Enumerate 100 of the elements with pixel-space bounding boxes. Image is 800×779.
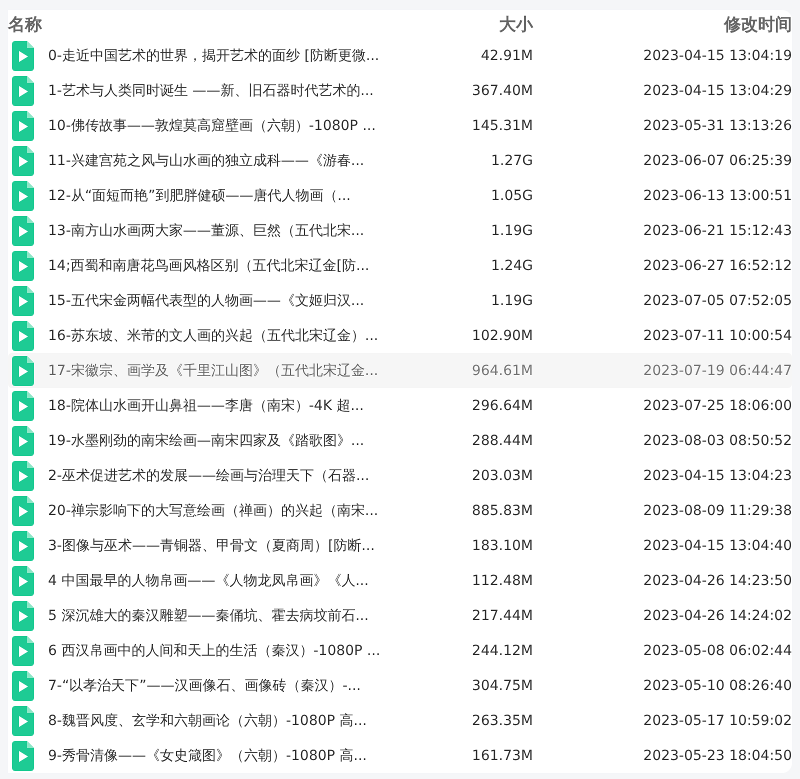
file-row[interactable]: 9-秀骨清像——《女史箴图》（六朝）-1080P 高... 161.73M 2023-05-23 18:04:50	[8, 738, 792, 773]
file-row[interactable]: 15-五代宋金两幅代表型的人物画——《文姬归汉... 1.19G 2023-07-05 07:52:05	[8, 283, 792, 318]
video-file-icon	[12, 426, 34, 456]
video-file-icon	[12, 706, 34, 736]
modified-time: 2023-04-15 13:04:29	[642, 82, 792, 98]
video-file-icon	[12, 110, 34, 140]
column-header[interactable]: 大小	[420, 12, 533, 36]
modified-time: 2023-05-08 06:02:44	[642, 642, 792, 658]
file-size: 1.05G	[490, 188, 533, 204]
file-row[interactable]: 14;西蜀和南唐花鸟画风格区别（五代北宋辽金[防... 1.24G 2023-06-27 16:52:12	[8, 248, 792, 283]
video-file-icon	[12, 390, 34, 420]
file-name[interactable]: 20-禅宗影响下的大写意绘画（禅画）的兴起（南宋...	[48, 502, 420, 520]
file-name[interactable]: 8-魏晋风度、玄学和六朝画论（六朝）-1080P 高...	[48, 712, 420, 730]
modified-time: 2023-05-31 13:13:26	[642, 118, 792, 134]
file-size: 145.31M	[470, 118, 533, 134]
file-row[interactable]: 18-院体山水画开山鼻祖——李唐（南宋）-4K 超... 296.64M 2023-07-25 18:06:00	[8, 388, 792, 423]
file-name[interactable]: 6 西汉帛画中的人间和天上的生活（秦汉）-1080P ...	[48, 642, 420, 660]
video-file-icon	[12, 356, 34, 386]
modified-time: 2023-04-15 13:04:19	[642, 48, 792, 64]
file-row[interactable]: 1-艺术与人类同时诞生 ——新、旧石器时代艺术的... 367.40M 2023-04-15 13:04:29	[8, 73, 792, 108]
file-size: 42.91M	[480, 48, 533, 64]
file-size: 112.48M	[470, 572, 533, 588]
video-file-icon	[12, 496, 34, 526]
video-file-icon	[12, 670, 34, 700]
column-header[interactable]: 修改时间	[533, 12, 792, 36]
file-size: 1.24G	[490, 258, 533, 274]
video-file-icon	[12, 250, 34, 280]
video-file-icon	[12, 600, 34, 630]
file-name[interactable]: 7-“以孝治天下”——汉画像石、画像砖（秦汉）-...	[48, 676, 420, 694]
file-name[interactable]: 10-佛传故事——敦煌莫高窟壁画（六朝）-1080P ...	[48, 116, 420, 134]
file-size: 1.27G	[490, 152, 533, 168]
modified-time: 2023-06-07 06:25:39	[642, 152, 792, 168]
modified-time: 2023-05-17 10:59:02	[642, 712, 792, 728]
file-row[interactable]: 6 西汉帛画中的人间和天上的生活（秦汉）-1080P ... 244.12M 2023-05-08 06:02:44	[8, 633, 792, 668]
video-file-icon	[12, 460, 34, 490]
file-size: 102.90M	[470, 328, 533, 344]
file-size: 296.64M	[470, 398, 533, 414]
file-name[interactable]: 11-兴建宫苑之风与山水画的独立成科——《游春...	[48, 152, 420, 170]
file-size: 183.10M	[470, 538, 533, 554]
file-name[interactable]: 4 中国最早的人物帛画——《人物龙凤帛画》《人...	[48, 572, 420, 590]
modified-time: 2023-07-25 18:06:00	[642, 398, 792, 414]
file-size: 304.75M	[470, 678, 533, 694]
file-row[interactable]: 20-禅宗影响下的大写意绘画（禅画）的兴起（南宋... 885.83M 2023-08-09 11:29:38	[8, 493, 792, 528]
file-size: 161.73M	[470, 748, 533, 764]
file-size: 288.44M	[470, 432, 533, 448]
video-file-icon	[12, 530, 34, 560]
video-file-icon	[12, 320, 34, 350]
file-row[interactable]: 13-南方山水画两大家——董源、巨然（五代北宋... 1.19G 2023-06-21 15:12:43	[8, 213, 792, 248]
file-name[interactable]: 0-走近中国艺术的世界，揭开艺术的面纱 [防断更微...	[48, 46, 420, 64]
file-row[interactable]: 17-宋徽宗、画学及《千里江山图》（五代北宋辽金... 964.61M 2023-07-19 06:44:47	[8, 353, 792, 388]
file-row[interactable]: 3-图像与巫术——青铜器、甲骨文（夏商周）[防断... 183.10M 2023-04-15 13:04:40	[8, 528, 792, 563]
file-name[interactable]: 3-图像与巫术——青铜器、甲骨文（夏商周）[防断...	[48, 536, 420, 554]
file-name[interactable]: 12-从“面短而艳”到肥胖健硕——唐代人物画（...	[48, 186, 420, 204]
column-header[interactable]: 名称	[8, 12, 420, 36]
file-name[interactable]: 19-水墨刚劲的南宋绘画—南宋四家及《踏歌图》...	[48, 432, 420, 450]
video-file-icon	[12, 146, 34, 176]
modified-time: 2023-04-26 14:24:02	[642, 608, 792, 624]
video-file-icon	[12, 740, 34, 770]
file-size: 367.40M	[470, 82, 533, 98]
video-file-icon	[12, 286, 34, 316]
file-size: 1.19G	[490, 222, 533, 238]
file-row[interactable]: 0-走近中国艺术的世界，揭开艺术的面纱 [防断更微... 42.91M 2023-04-15 13:04:19	[8, 38, 792, 73]
file-name[interactable]: 17-宋徽宗、画学及《千里江山图》（五代北宋辽金...	[48, 362, 420, 380]
file-size: 885.83M	[470, 502, 533, 518]
file-name[interactable]: 18-院体山水画开山鼻祖——李唐（南宋）-4K 超...	[48, 396, 420, 414]
file-size: 1.19G	[490, 292, 533, 308]
file-row[interactable]: 16-苏东坡、米芾的文人画的兴起（五代北宋辽金）... 102.90M 2023-07-11 10:00:54	[8, 318, 792, 353]
modified-time: 2023-05-10 08:26:40	[642, 678, 792, 694]
video-file-icon	[12, 40, 34, 70]
video-file-icon	[12, 180, 34, 210]
file-size: 203.03M	[470, 468, 533, 484]
file-name[interactable]: 13-南方山水画两大家——董源、巨然（五代北宋...	[48, 222, 420, 240]
file-name[interactable]: 1-艺术与人类同时诞生 ——新、旧石器时代艺术的...	[48, 82, 420, 100]
file-row[interactable]: 7-“以孝治天下”——汉画像石、画像砖（秦汉）-... 304.75M 2023-05-10 08:26:40	[8, 668, 792, 703]
video-file-icon	[12, 216, 34, 246]
file-name[interactable]: 16-苏东坡、米芾的文人画的兴起（五代北宋辽金）...	[48, 326, 420, 344]
modified-time: 2023-06-21 15:12:43	[642, 222, 792, 238]
file-name[interactable]: 5 深沉雄大的秦汉雕塑——秦俑坑、霍去病坟前石...	[48, 606, 420, 624]
file-size: 263.35M	[470, 712, 533, 728]
file-name[interactable]: 2-巫术促进艺术的发展——绘画与治理天下（石器...	[48, 466, 420, 484]
file-name[interactable]: 9-秀骨清像——《女史箴图》（六朝）-1080P 高...	[48, 746, 420, 764]
modified-time: 2023-07-19 06:44:47	[642, 362, 792, 378]
file-row[interactable]: 5 深沉雄大的秦汉雕塑——秦俑坑、霍去病坟前石... 217.44M 2023-04-26 14:24:02	[8, 598, 792, 633]
file-row[interactable]: 2-巫术促进艺术的发展——绘画与治理天下（石器... 203.03M 2023-04-15 13:04:23	[8, 458, 792, 493]
file-name[interactable]: 15-五代宋金两幅代表型的人物画——《文姬归汉...	[48, 292, 420, 310]
file-row[interactable]: 10-佛传故事——敦煌莫高窟壁画（六朝）-1080P ... 145.31M 2023-05-31 13:13:26	[8, 108, 792, 143]
modified-time: 2023-07-11 10:00:54	[642, 328, 792, 344]
file-row[interactable]: 8-魏晋风度、玄学和六朝画论（六朝）-1080P 高... 263.35M 2023-05-17 10:59:02	[8, 703, 792, 738]
modified-time: 2023-06-13 13:00:51	[642, 188, 792, 204]
file-size: 217.44M	[470, 608, 533, 624]
modified-time: 2023-07-05 07:52:05	[642, 292, 792, 308]
file-row[interactable]: 11-兴建宫苑之风与山水画的独立成科——《游春... 1.27G 2023-06-07 06:25:39	[8, 143, 792, 178]
file-row[interactable]: 12-从“面短而艳”到肥胖健硕——唐代人物画（... 1.05G 2023-06-13 13:00:51	[8, 178, 792, 213]
modified-time: 2023-05-23 18:04:50	[642, 748, 792, 764]
file-row[interactable]: 4 中国最早的人物帛画——《人物龙凤帛画》《人... 112.48M 2023-04-26 14:23:50	[8, 563, 792, 598]
video-file-icon	[12, 636, 34, 666]
file-row[interactable]: 19-水墨刚劲的南宋绘画—南宋四家及《踏歌图》... 288.44M 2023-08-03 08:50:52	[8, 423, 792, 458]
modified-time: 2023-04-15 13:04:40	[642, 538, 792, 554]
modified-time: 2023-04-26 14:23:50	[642, 572, 792, 588]
file-name[interactable]: 14;西蜀和南唐花鸟画风格区别（五代北宋辽金[防...	[48, 256, 420, 274]
